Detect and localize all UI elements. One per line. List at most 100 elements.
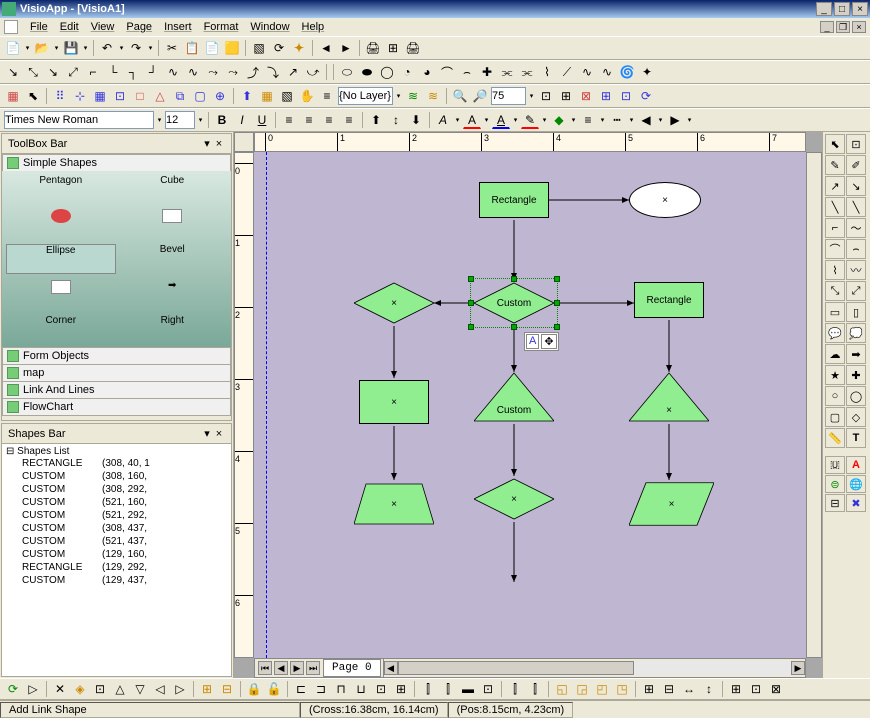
conn-15[interactable]: ↗ [284,63,302,81]
shape-trap[interactable]: × [354,482,434,526]
open-drop[interactable]: ▾ [53,44,60,52]
save-button[interactable]: 💾 [62,39,80,57]
shape-triangle[interactable]: Custom [474,372,554,422]
menu-window[interactable]: Window [244,19,295,35]
order2[interactable]: ◲ [573,680,591,698]
curve-1[interactable]: ⌇ [538,63,556,81]
item-right-shape[interactable]: ➡ [118,276,228,313]
cloud-tool[interactable]: ☁ [825,344,845,364]
flag-tool[interactable]: 🇺 [825,456,845,474]
conn-10[interactable]: ∿ [184,63,202,81]
shapes-list[interactable]: ⊟ Shapes List RECTANGLE(308, 40, 1CUSTOM… [2,444,231,676]
snap-5[interactable]: △ [151,87,169,105]
conn-3[interactable]: ↘ [44,63,62,81]
shape-triangle[interactable]: × [629,372,709,422]
arrow-end-button[interactable]: ▶ [666,111,684,129]
al6[interactable]: ⊞ [392,680,410,698]
selection-mini-toolbar[interactable]: A✥ [524,332,559,351]
align-center-button[interactable]: ≡ [300,111,318,129]
page-tab[interactable]: Page 0 [323,659,381,677]
pen2-tool[interactable]: ✐ [846,155,866,175]
tab-last[interactable]: ⏭ [306,661,320,675]
print2-button[interactable]: 🖨 [404,39,422,57]
valign-top-button[interactable]: ⬆ [367,111,385,129]
scroll-thumb[interactable] [398,661,634,675]
layers-1[interactable]: ≋ [404,87,422,105]
rotate-button[interactable]: ⟳ [270,39,288,57]
sp2[interactable]: ⊟ [660,680,678,698]
arc-1[interactable]: ⌒ [438,63,456,81]
conn-14[interactable]: ⤵ [264,63,282,81]
lineweight-button[interactable]: ≡ [579,111,597,129]
ruler-tool[interactable]: 📏 [825,428,845,448]
toolbox-menu-button[interactable]: ▾ [201,137,213,150]
shape-diamond[interactable]: × [474,478,554,520]
zoom-5[interactable]: ⊡ [617,87,635,105]
curve-4[interactable]: ∿ [598,63,616,81]
ell-4[interactable]: ◔ [398,63,416,81]
grp3[interactable]: ⊠ [767,680,785,698]
arrow1-tool[interactable]: ↗ [825,176,845,196]
star-tool[interactable]: ★ [825,365,845,385]
ell-1[interactable]: ⬭ [338,63,356,81]
a-tool[interactable]: A [846,456,866,474]
refresh-button[interactable]: ⟳ [637,87,655,105]
snap-7[interactable]: ▢ [191,87,209,105]
item-ellipse-shape[interactable] [6,205,116,242]
shape-list-item[interactable]: CUSTOM(521, 160, [4,496,229,509]
mdi-close-button[interactable]: × [852,21,866,33]
conn-13[interactable]: ⤴ [244,63,262,81]
snap-8[interactable]: ⊕ [211,87,229,105]
grid-button[interactable]: ⊞ [384,39,402,57]
shape-ellipse[interactable]: × [629,182,701,218]
zoom-input[interactable] [491,87,526,105]
al5[interactable]: ⊡ [372,680,390,698]
toolbox-close-button[interactable]: × [213,138,225,150]
conn-4[interactable]: ⤢ [64,63,82,81]
arrowend-drop[interactable]: ▾ [686,116,693,124]
link-1[interactable]: ⫘ [498,63,516,81]
zoomfit-button[interactable]: ⊞ [557,87,575,105]
item-bevel-shape[interactable] [118,205,228,242]
shape-list-item[interactable]: RECTANGLE(308, 40, 1 [4,457,229,470]
rect2-tool[interactable]: ▯ [846,302,866,322]
snap-6[interactable]: ⧉ [171,87,189,105]
item-cube[interactable]: Cube [118,175,228,203]
diamond-tool[interactable]: ◇ [846,407,866,427]
grp1[interactable]: ⊞ [727,680,745,698]
item-corner-shape[interactable] [6,276,116,313]
valign-mid-button[interactable]: ↕ [387,111,405,129]
pointer-tool[interactable]: ⬉ [825,134,845,154]
item-bevel[interactable]: Bevel [118,244,228,274]
ruler-horizontal[interactable]: 01234567 [254,132,806,152]
conn-6[interactable]: └ [104,63,122,81]
conn-7[interactable]: ┐ [124,63,142,81]
order3[interactable]: ◰ [593,680,611,698]
lineweight-drop[interactable]: ▾ [599,116,606,124]
copy-button[interactable]: 📋 [183,39,201,57]
grid-toggle[interactable]: ⠿ [51,87,69,105]
conn-1[interactable]: ↘ [4,63,22,81]
select-tool[interactable]: ⊡ [846,134,866,154]
valign-bot-button[interactable]: ⬇ [407,111,425,129]
bold-button[interactable]: B [213,111,231,129]
shape-list-item[interactable]: CUSTOM(308, 437, [4,522,229,535]
align-left-button[interactable]: ≡ [280,111,298,129]
font-name-input[interactable] [4,111,154,129]
sz3[interactable]: ▬ [459,680,477,698]
arrow2-tool[interactable]: ↘ [846,176,866,196]
b1[interactable]: ⟳ [4,680,22,698]
tab-next[interactable]: ▶ [290,661,304,675]
al4[interactable]: ⊔ [352,680,370,698]
b3[interactable]: ✕ [51,680,69,698]
al3[interactable]: ⊓ [332,680,350,698]
sp4[interactable]: ↕ [700,680,718,698]
round-tool[interactable]: ▢ [825,407,845,427]
align-right-button[interactable]: ≡ [320,111,338,129]
pointer-button[interactable]: ⬉ [24,87,42,105]
line-tool[interactable]: ╲ [825,197,845,217]
link-2[interactable]: ⫘ [518,63,536,81]
grp2[interactable]: ⊡ [747,680,765,698]
bk-tool[interactable]: ⊟ [825,494,845,512]
arc1-tool[interactable]: ⌒ [825,239,845,259]
